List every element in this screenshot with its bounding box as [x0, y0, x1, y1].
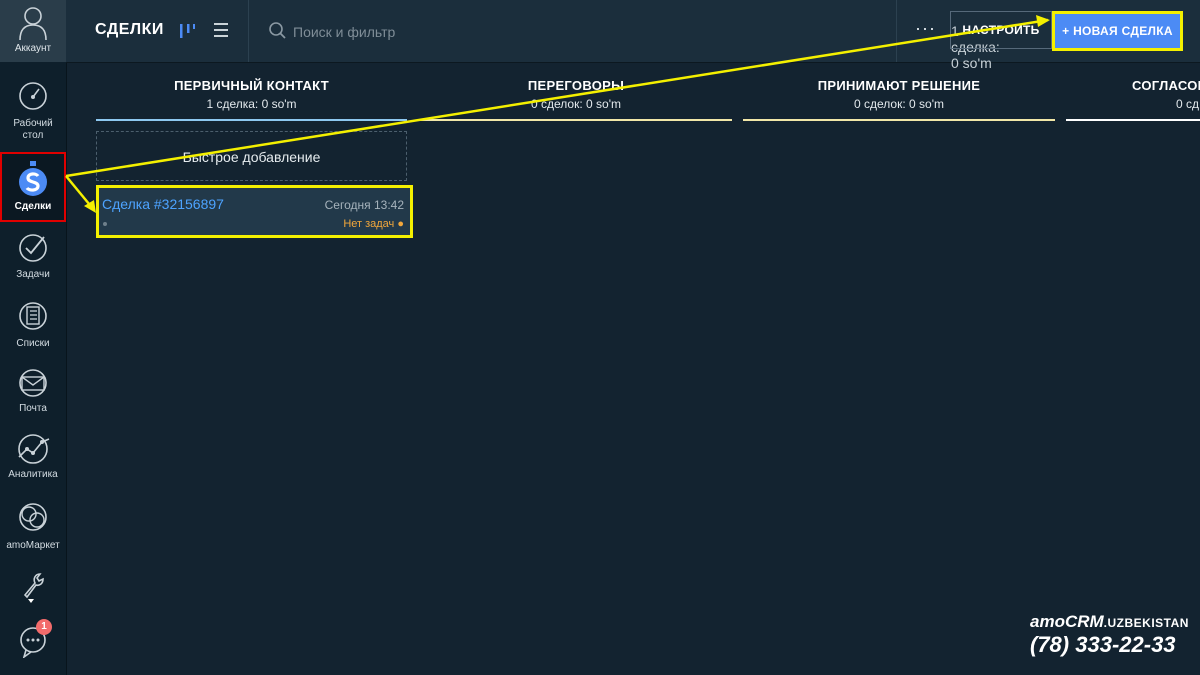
column-header-approval: СОГЛАСОВ 0 сд: [1066, 78, 1200, 111]
deal-status-dot: [103, 222, 107, 226]
nav-chat[interactable]: [0, 626, 66, 658]
more-options-button[interactable]: ···: [915, 18, 936, 39]
quick-add-button[interactable]: Быстрое добавление: [96, 131, 407, 181]
market-icon: [19, 503, 47, 531]
brand-logo-suffix: .UZBEKISTAN: [1103, 616, 1189, 630]
dashboard-icon: [19, 82, 47, 110]
account-label: Аккаунт: [14, 43, 52, 54]
tasks-icon: [19, 234, 47, 262]
nav-dashboard[interactable]: Рабочий стол: [0, 80, 66, 142]
nav-tasks-label: Задачи: [16, 269, 50, 280]
mail-icon: [19, 369, 47, 397]
column-divider-primary: [96, 119, 407, 121]
nav-analytics-label: Аналитика: [8, 469, 58, 480]
nav-mail-label: Почта: [19, 403, 47, 414]
pipeline-view-icon[interactable]: [178, 20, 196, 40]
more-area: ···: [896, 0, 949, 62]
analytics-icon: [18, 434, 50, 464]
nav-settings[interactable]: [0, 569, 66, 605]
arrow-to-deal-card: [65, 175, 95, 211]
column-name: ПРИНИМАЮТ РЕШЕНИЕ: [817, 78, 981, 93]
column-header-primary-contact: ПЕРВИЧНЫЙ КОНТАКТ 1 сделка: 0 so'm: [96, 78, 407, 111]
deal-tasks-status: Нет задач ●: [343, 218, 404, 230]
notification-badge: 1: [36, 619, 52, 635]
column-divider-approval: [1066, 119, 1200, 121]
brand-logo: amoCRM.UZBEKISTAN: [1030, 612, 1189, 632]
nav-dashboard-label-2: стол: [22, 130, 44, 141]
column-divider-decision: [743, 119, 1055, 121]
column-header-decision: ПРИНИМАЮТ РЕШЕНИЕ 0 сделок: 0 so'm: [743, 78, 1055, 111]
nav-dashboard-label-1: Рабочий: [13, 118, 53, 129]
brand-watermark: amoCRM.UZBEKISTAN (78) 333-22-33: [1030, 612, 1189, 657]
left-sidebar: Аккаунт Рабочий стол Сделки Задачи Списк…: [0, 0, 67, 675]
account-button[interactable]: Аккаунт: [0, 0, 66, 62]
column-sum: 1 сделка: 0 so'm: [206, 97, 297, 111]
list-view-menu-icon[interactable]: [213, 21, 229, 39]
column-name: ПЕРВИЧНЫЙ КОНТАКТ: [174, 78, 329, 93]
column-header-negotiations: ПЕРЕГОВОРЫ 0 сделок: 0 so'm: [420, 78, 732, 111]
column-name: ПЕРЕГОВОРЫ: [527, 78, 625, 93]
nav-lists[interactable]: Списки: [0, 300, 66, 350]
column-divider-negotiations: [420, 119, 732, 121]
deal-time: Сегодня 13:42: [324, 198, 404, 212]
column-sum: 0 сд: [1176, 97, 1200, 111]
new-deal-button[interactable]: + НОВАЯ СДЕЛКА: [1052, 11, 1183, 51]
deal-title-link[interactable]: Сделка #32156897: [102, 196, 224, 212]
nav-mail[interactable]: Почта: [0, 367, 66, 415]
page-title: СДЕЛКИ: [95, 21, 164, 38]
nav-analytics[interactable]: Аналитика: [0, 433, 66, 481]
settings-wrench-icon: [23, 573, 44, 603]
nav-deals[interactable]: Сделки: [0, 152, 66, 222]
nav-market[interactable]: amoМаркет: [0, 500, 66, 552]
nav-deals-label: Сделки: [14, 201, 52, 212]
lists-icon: [19, 302, 47, 330]
column-sum: 0 сделок: 0 so'm: [854, 97, 944, 111]
nav-tasks[interactable]: Задачи: [0, 232, 66, 281]
search-input[interactable]: [291, 20, 695, 44]
deals-icon: [19, 161, 47, 196]
brand-logo-main: amoCRM: [1030, 612, 1104, 631]
deal-card[interactable]: Сделка #32156897 Сегодня 13:42 Нет задач…: [96, 185, 413, 238]
top-bar: СДЕЛКИ 1 сделка: 0 so'm ··· НАСТРОИТЬ + …: [66, 0, 1200, 71]
nav-lists-label: Списки: [16, 338, 50, 349]
configure-button[interactable]: НАСТРОИТЬ: [950, 11, 1052, 49]
brand-phone: (78) 333-22-33: [1030, 632, 1176, 657]
arrow-head-deal-card: [84, 200, 96, 213]
column-sum: 0 сделок: 0 so'm: [531, 97, 621, 111]
search-area: 1 сделка: 0 so'm: [248, 0, 1000, 71]
user-avatar-icon: [19, 7, 47, 41]
search-icon: [269, 22, 286, 39]
column-name: СОГЛАСОВ: [1132, 78, 1200, 93]
nav-market-label: amoМаркет: [6, 540, 60, 551]
